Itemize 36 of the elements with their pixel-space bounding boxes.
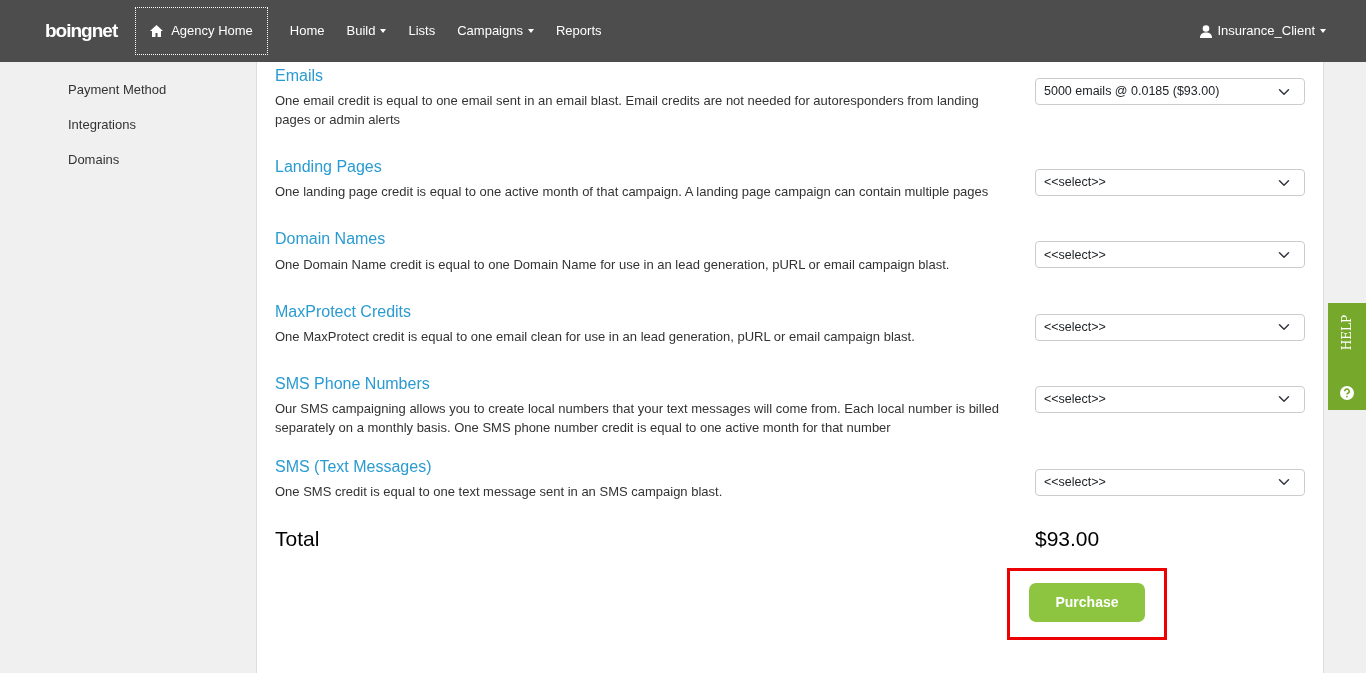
nav-link[interactable]: Lists (408, 21, 436, 41)
help-label: HELP (1339, 315, 1355, 351)
section-title: Emails (275, 66, 324, 86)
credit-select[interactable]: <<select>> (1035, 468, 1305, 496)
section-description: One SMS credit is equal to one text message sent in an SMS campaign blast. (275, 483, 724, 502)
section-description: One Domain Name credit is equal to one Domain Name for use in an lead generation, pURL or email campaign blast. (275, 255, 951, 274)
section-title: MaxProtect Credits (275, 301, 413, 321)
credit-select[interactable]: 5000 emails @ 0.0185 ($93.00) (1035, 78, 1305, 105)
user-menu[interactable]: Insurance_Client (1200, 21, 1326, 41)
section-title: Domain Names (275, 229, 387, 249)
credit-select[interactable]: <<select>> (1035, 169, 1305, 197)
total-amount: $93.00 (1035, 526, 1101, 553)
nav-link[interactable]: Campaigns (457, 21, 534, 41)
nav-link[interactable]: Build (346, 21, 387, 41)
home-icon (150, 25, 164, 37)
sidebar-link[interactable]: Payment Method (68, 80, 256, 115)
nav-link[interactable]: Reports (555, 21, 602, 41)
section-title: SMS (Text Messages) (275, 456, 433, 477)
credit-select[interactable]: <<select>> (1035, 385, 1305, 413)
section-title: Landing Pages (275, 157, 383, 177)
total-label: Total (275, 526, 320, 553)
section-description: Our SMS campaigning allows you to create local numbers that your text messages will come from. Each local number is billed separately on a monthly basis. One SMS phone number credit is equal to one active month for that number (275, 399, 1000, 437)
section-description: One landing page credit is equal to one active month of that campaign. A landing page campaign can contain multiple pages (275, 183, 990, 202)
sidebar-link[interactable]: Domains (68, 150, 256, 185)
section-description: One MaxProtect credit is equal to one email clean for use in an lead generation, pURL or email campaign blast. (275, 327, 916, 346)
caret-icon (1320, 29, 1326, 33)
credit-select[interactable]: <<select>> (1035, 241, 1305, 269)
section-title: SMS Phone Numbers (275, 373, 431, 393)
user-icon (1200, 24, 1213, 38)
section-description: One email credit is equal to one email sent in an email blast. Email credits are not needed for autoresponders from landing pages or admin alerts (275, 92, 980, 130)
logo[interactable]: boingnet (45, 16, 118, 46)
agency-home-button[interactable]: Agency Home (135, 7, 268, 55)
question-icon (1340, 386, 1354, 400)
nav-link[interactable]: Home (289, 21, 325, 41)
credit-select[interactable]: <<select>> (1035, 313, 1305, 341)
sidebar-link[interactable]: Integrations (68, 115, 256, 150)
